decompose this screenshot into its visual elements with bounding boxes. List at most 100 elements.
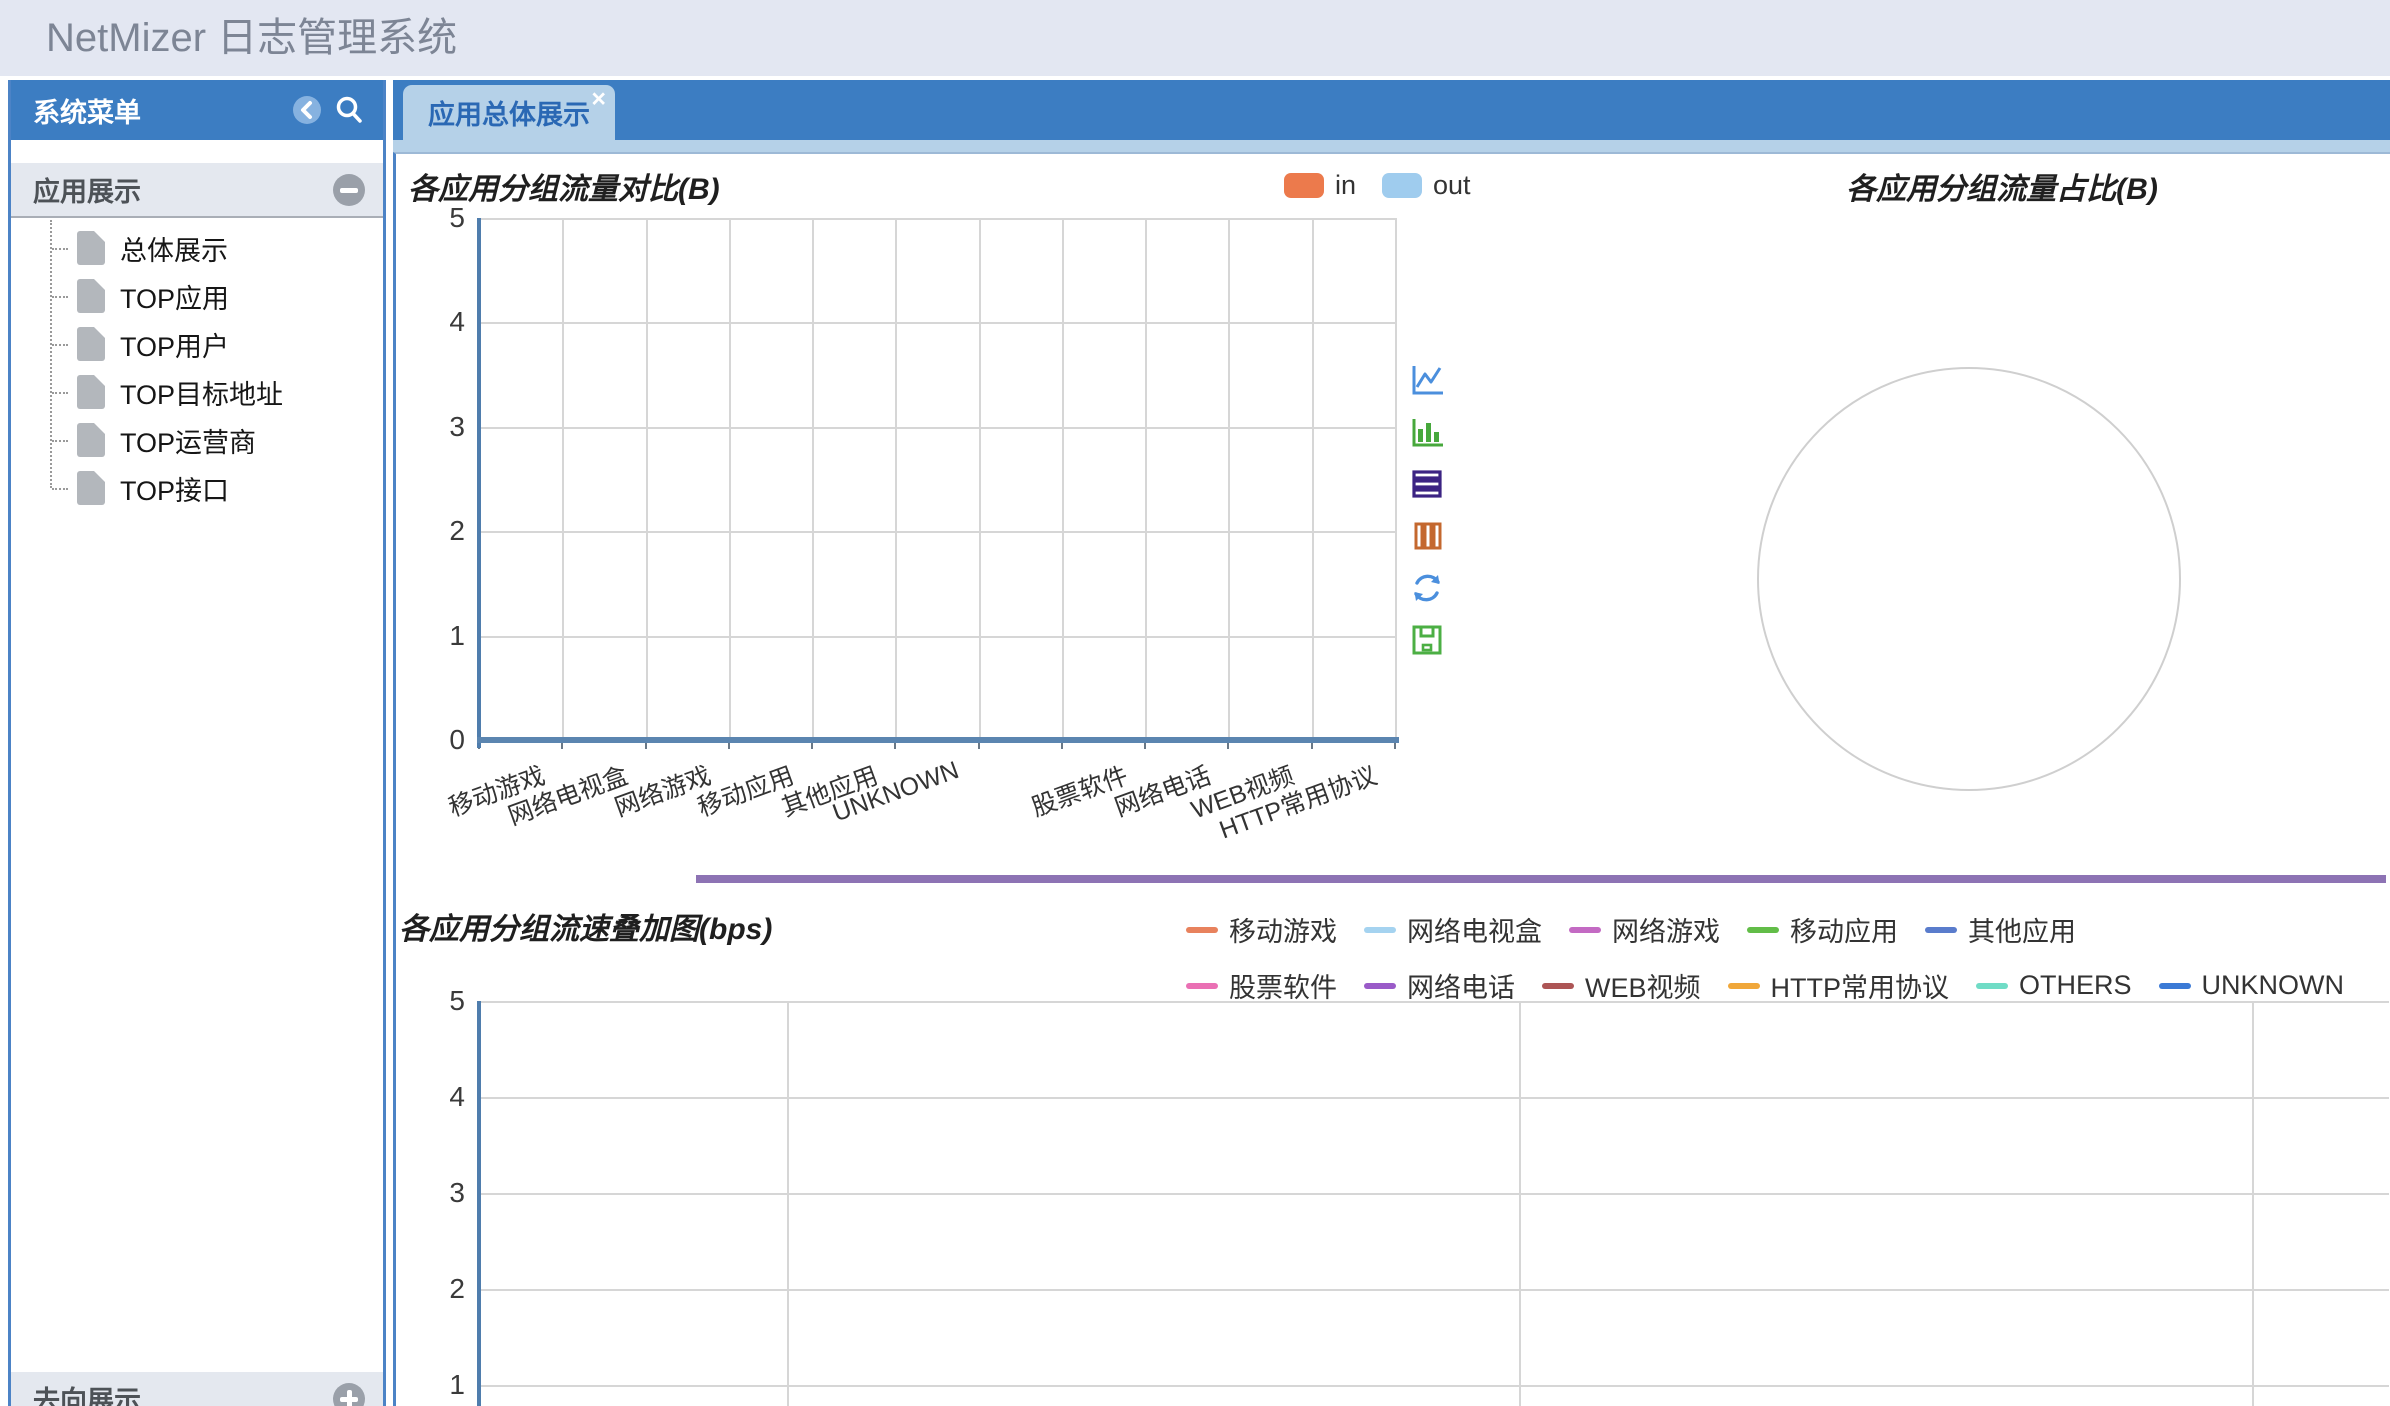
legend-swatch [1284,173,1324,198]
tree-item-label: 总体展示 [120,229,228,268]
tab-app-overview[interactable]: 应用总体展示 × [403,85,615,140]
legend-item-HTTP常用协议[interactable]: HTTP常用协议 [1728,966,1950,1005]
sidebar-gap [11,140,383,163]
tree-item-2[interactable]: TOP用户 [11,320,383,368]
stack-icon[interactable] [1409,466,1445,502]
gridline-v [1062,218,1064,740]
gridline-h [479,1385,2389,1387]
search-icon[interactable] [333,94,365,126]
dashboard-content: 各应用分组流量对比(B) inout 543210移动游戏网络电视盒网络游戏移动… [393,152,2390,1406]
legend-item-OTHERS[interactable]: OTHERS [1976,966,2132,1005]
legend-dash [1364,927,1396,933]
sidebar-header: 系统菜单 [11,80,383,140]
gridline-v [787,1001,789,1406]
legend-label: WEB视频 [1585,966,1701,1005]
file-icon [77,279,105,313]
legend-item-UNKNOWN[interactable]: UNKNOWN [2159,966,2345,1005]
gridline-v [1228,218,1230,740]
legend-dash [1186,983,1218,989]
tree-item-3[interactable]: TOP目标地址 [11,368,383,416]
file-icon [77,423,105,457]
legend-dash [2159,983,2191,989]
legend-label: 股票软件 [1229,966,1337,1005]
line-chart-plot: 54321 [479,1001,2389,1406]
legend-label: UNKNOWN [2202,970,2345,1001]
legend-item-移动游戏[interactable]: 移动游戏 [1186,910,1337,949]
minus-icon[interactable] [333,174,365,206]
tiled-icon[interactable] [1409,518,1445,554]
tree-item-5[interactable]: TOP接口 [11,464,383,512]
gridline-h [479,531,1395,533]
bar-chart-plot: 543210移动游戏网络电视盒网络游戏移动应用其他应用UNKNOWN股票软件网络… [479,218,1395,740]
save-image-icon[interactable] [1409,622,1445,658]
gridline-h [479,1001,2389,1003]
y-tick-label: 2 [449,515,465,547]
legend-label: out [1433,170,1471,201]
tab-bar: 应用总体展示 × [393,80,2390,140]
main-column: 应用总体展示 × 各应用分组流量对比(B) inout 543210移动游戏网络… [393,80,2390,1406]
y-tick-label: 4 [449,306,465,338]
panel-title: 应用展示 [33,170,333,209]
legend-item-WEB视频[interactable]: WEB视频 [1542,966,1701,1005]
legend-item-其他应用[interactable]: 其他应用 [1925,910,2076,949]
legend-item-网络游戏[interactable]: 网络游戏 [1569,910,1720,949]
tree-item-label: TOP运营商 [120,421,256,460]
gridline-h [479,218,1395,220]
gridline-h [479,1289,2389,1291]
pie-chart-title: 各应用分组流量占比(B) [1846,173,2158,206]
legend-dash [1569,927,1601,933]
file-icon [77,231,105,265]
plus-icon[interactable] [333,1383,365,1406]
collapse-left-icon[interactable] [291,94,323,126]
gridline-v [895,218,897,740]
tree-item-1[interactable]: TOP应用 [11,272,383,320]
file-icon [77,471,105,505]
legend-item-in[interactable]: in [1284,170,1356,201]
legend-item-out[interactable]: out [1382,170,1471,201]
legend-dash [1976,983,2008,989]
bar-chart-legend: in out [1284,170,1471,201]
legend-item-网络电视盒[interactable]: 网络电视盒 [1364,910,1542,949]
panel-header-app-display[interactable]: 应用展示 [11,163,383,218]
gridline-h [479,322,1395,324]
line-chart-icon[interactable] [1409,362,1445,398]
gridline-v [1395,218,1397,740]
y-tick-label: 3 [449,1177,465,1209]
legend-item-股票软件[interactable]: 股票软件 [1186,966,1337,1005]
netmizer-app: NetMizer 日志管理系统 系统菜单 应用展示 总体展示TO [0,0,2390,1406]
app-header: NetMizer 日志管理系统 [0,0,2390,76]
tab-label: 应用总体展示 [428,93,590,132]
tree-item-label: TOP接口 [120,469,229,508]
tree-item-4[interactable]: TOP运营商 [11,416,383,464]
file-icon [77,327,105,361]
tab-strip [393,140,2390,152]
y-tick-label: 5 [449,985,465,1017]
bar-chart-icon[interactable] [1409,414,1445,450]
sidebar-title: 系统菜单 [33,91,281,130]
gridline-v [979,218,981,740]
gridline-v [646,218,648,740]
legend-dash [1925,927,1957,933]
gridline-v [1519,1001,1521,1406]
gridline-v [1312,218,1314,740]
gridline-v [729,218,731,740]
close-icon[interactable]: × [591,87,606,112]
legend-dash [1542,983,1574,989]
y-axis-line [477,1001,481,1406]
legend-item-移动应用[interactable]: 移动应用 [1747,910,1898,949]
legend-row: 移动游戏网络电视盒网络游戏移动应用其他应用 [1186,910,2344,949]
chart-toolbox [1409,362,1445,658]
refresh-icon[interactable] [1409,570,1445,606]
tree-item-label: TOP应用 [120,277,229,316]
file-icon [77,375,105,409]
legend-item-网络电话[interactable]: 网络电话 [1364,966,1515,1005]
pie-chart-circle [1757,367,2181,791]
y-tick-label: 2 [449,1273,465,1305]
x-axis-line [477,737,1399,743]
legend-dash [1728,983,1760,989]
panel-header-direction-display[interactable]: 去向展示 [11,1372,383,1406]
legend-label: OTHERS [2019,970,2132,1001]
gridline-h [479,636,1395,638]
tree-item-0[interactable]: 总体展示 [11,224,383,272]
legend-row: 股票软件网络电话 WEB视频 HTTP常用协议 OTHERS UNKNOWN [1186,966,2344,1005]
